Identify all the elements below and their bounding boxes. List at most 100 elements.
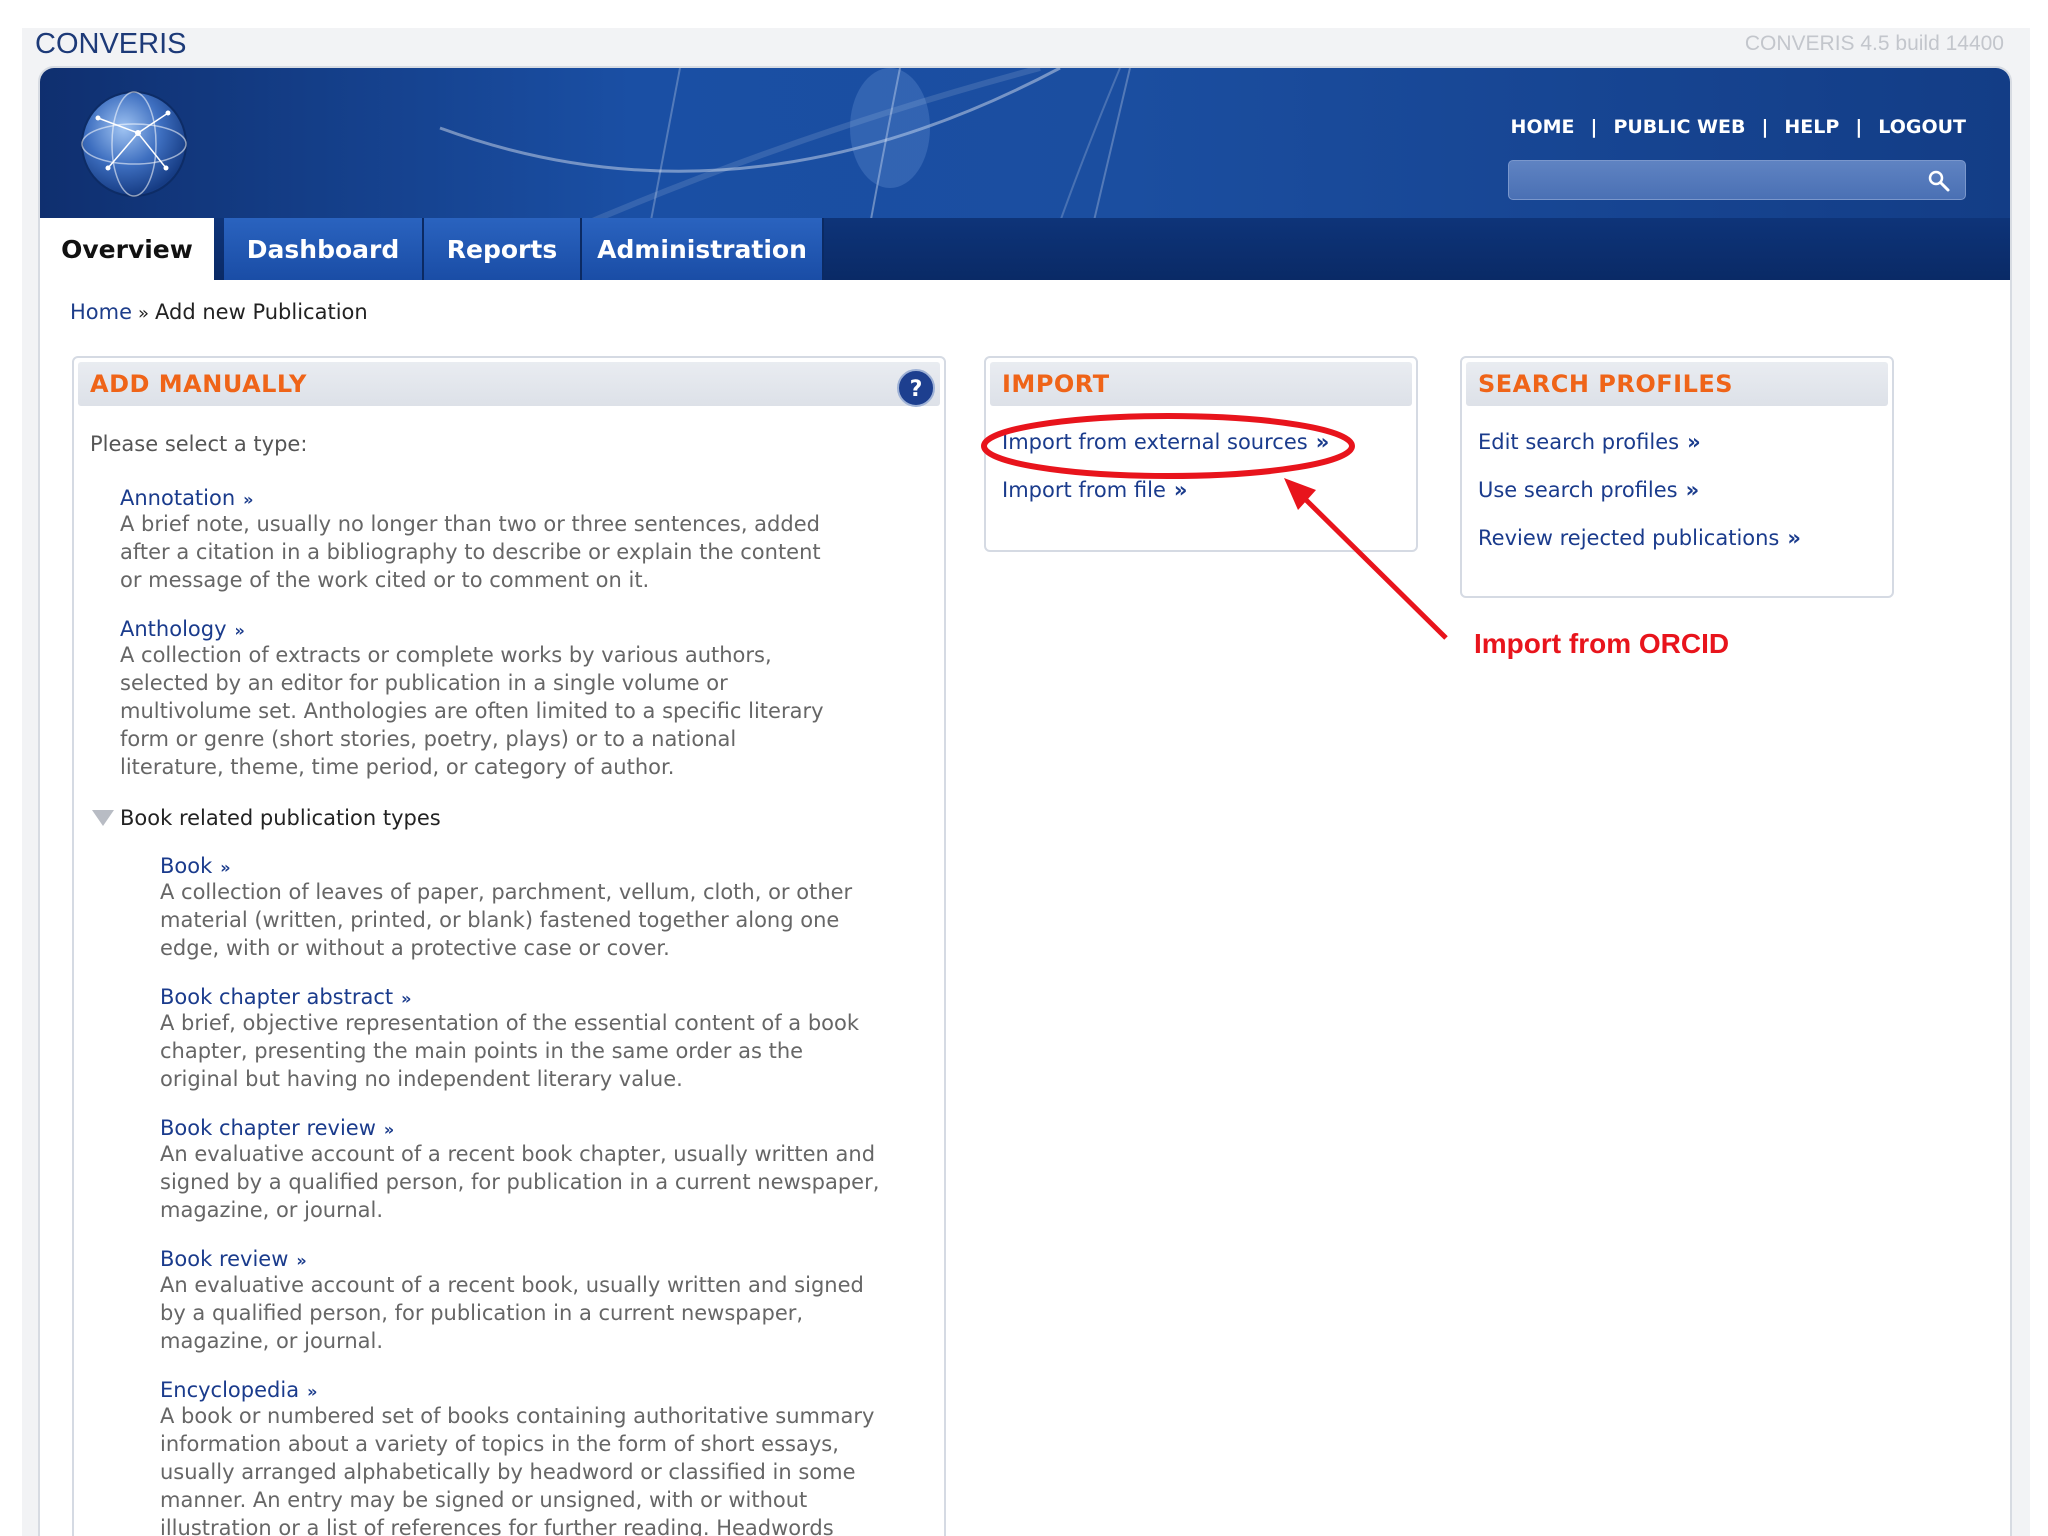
review-rejected-publications-link[interactable]: Review rejected publications xyxy=(1478,526,1779,550)
desc-line: chapter, presenting the main points in t… xyxy=(160,1039,804,1063)
breadcrumb-home[interactable]: Home xyxy=(70,300,132,324)
desc-line: edge, with or without a protective case … xyxy=(160,936,670,960)
desc-line: A collection of extracts or complete wor… xyxy=(120,643,772,667)
chevron-right-icon: » xyxy=(1173,478,1188,502)
desc-line: A brief note, usually no longer than two… xyxy=(120,512,820,536)
breadcrumb: Home » Add new Publication xyxy=(70,300,368,324)
select-type-prompt: Please select a type: xyxy=(90,432,308,456)
type-description: An evaluative account of a recent book c… xyxy=(160,1140,879,1224)
panel-title: ADD MANUALLY xyxy=(90,370,307,398)
type-link-encyclopedia[interactable]: Encyclopedia xyxy=(160,1378,299,1402)
panel-header: SEARCH PROFILES xyxy=(1466,362,1888,406)
desc-line: An evaluative account of a recent book c… xyxy=(160,1142,876,1166)
search-icon[interactable] xyxy=(1927,169,1951,193)
desc-line: material (written, printed, or blank) fa… xyxy=(160,908,840,932)
type-description: A brief, objective representation of the… xyxy=(160,1009,859,1093)
desc-line: A brief, objective representation of the… xyxy=(160,1011,860,1035)
desc-line: by a qualified person, for publication i… xyxy=(160,1301,804,1325)
type-item: Anthology » A collection of extracts or c… xyxy=(120,617,824,781)
desc-line: signed by a qualified person, for public… xyxy=(160,1170,880,1194)
type-link-annotation[interactable]: Annotation xyxy=(120,486,235,510)
profile-link-row: Use search profiles » xyxy=(1478,478,1699,502)
desc-line: A book or numbered set of books containi… xyxy=(160,1404,875,1428)
chevron-right-icon: » xyxy=(383,1120,395,1139)
chevron-right-icon: » xyxy=(1787,526,1801,550)
edit-search-profiles-link[interactable]: Edit search profiles xyxy=(1478,430,1679,454)
breadcrumb-current: Add new Publication xyxy=(155,300,368,324)
desc-line: magazine, or journal. xyxy=(160,1198,384,1222)
tab-label: Overview xyxy=(61,234,193,264)
desc-line: An evaluative account of a recent book, … xyxy=(160,1273,864,1297)
type-description: A brief note, usually no longer than two… xyxy=(120,510,821,594)
header-banner: HOME | PUBLIC WEB | HELP | LOGOUT Overvi… xyxy=(40,68,2010,280)
svg-text:?: ? xyxy=(910,377,923,402)
use-search-profiles-link[interactable]: Use search profiles xyxy=(1478,478,1678,502)
type-description: A collection of extracts or complete wor… xyxy=(120,641,824,781)
help-link[interactable]: HELP xyxy=(1784,116,1839,138)
desc-line: form or genre (short stories, poetry, pl… xyxy=(120,727,737,751)
type-item: Encyclopedia » A book or numbered set of … xyxy=(160,1378,874,1536)
desc-line: illustration or a list of references for… xyxy=(160,1516,834,1536)
desc-line: after a citation in a bibliography to de… xyxy=(120,540,821,564)
chevron-right-icon: » xyxy=(234,621,245,640)
tab-label: Reports xyxy=(446,234,558,264)
search-input[interactable] xyxy=(1519,167,1909,193)
tab-label: Dashboard xyxy=(246,234,400,264)
import-file-row: Import from file » xyxy=(1002,478,1187,502)
type-link-book-review[interactable]: Book review xyxy=(160,1247,288,1271)
annotation-label: Import from ORCID xyxy=(1474,628,1730,659)
desc-line: literature, theme, time period, or categ… xyxy=(120,755,675,779)
chevron-right-icon: » xyxy=(307,1382,318,1401)
top-links: HOME | PUBLIC WEB | HELP | LOGOUT xyxy=(1511,116,1966,138)
type-link-book-chapter-review[interactable]: Book chapter review xyxy=(160,1116,376,1140)
separator: | xyxy=(1590,116,1598,138)
type-description: A book or numbered set of books containi… xyxy=(160,1402,874,1536)
desc-line: selected by an editor for publication in… xyxy=(120,671,728,695)
desc-line: usually arranged alphabetically by headw… xyxy=(160,1460,856,1484)
main-nav: Overview Dashboard Reports Administratio… xyxy=(40,218,2010,280)
search-profiles-panel: SEARCH PROFILES Edit search profiles» Us… xyxy=(1460,356,1894,598)
tab-reports[interactable]: Reports xyxy=(424,218,582,280)
panel-header: IMPORT xyxy=(990,362,1412,406)
chevron-right-icon: » xyxy=(243,490,254,509)
import-from-file-link[interactable]: Import from file xyxy=(1002,478,1166,502)
tab-dashboard[interactable]: Dashboard xyxy=(224,218,424,280)
desc-line: A collection of leaves of paper, parchme… xyxy=(160,880,853,904)
home-link[interactable]: HOME xyxy=(1511,116,1575,138)
type-link-anthology[interactable]: Anthology xyxy=(120,617,227,641)
profile-link-row: Edit search profiles » xyxy=(1478,430,1701,454)
desc-line: multivolume set. Anthologies are often l… xyxy=(120,699,824,723)
desc-line: or message of the work cited or to comme… xyxy=(120,568,650,592)
desc-line: manner. An entry may be signed or unsign… xyxy=(160,1488,808,1512)
type-item: Annotation » A brief note, usually no lon… xyxy=(120,486,821,594)
desc-line: information about a variety of topics in… xyxy=(160,1432,839,1456)
chevron-right-icon: » xyxy=(1687,430,1701,454)
chevron-right-icon: » xyxy=(220,858,231,877)
type-item: Book » A collection of leaves of paper, p… xyxy=(160,854,852,962)
desc-line: original but having no independent liter… xyxy=(160,1067,683,1091)
globe-logo-icon xyxy=(81,91,187,197)
breadcrumb-separator: » xyxy=(138,303,150,324)
help-icon[interactable]: ? xyxy=(896,368,936,408)
import-external-row: Import from external sources » xyxy=(1002,430,1329,454)
type-item: Book review » An evaluative account of a … xyxy=(160,1247,864,1355)
app-title: CONVERIS xyxy=(35,28,187,60)
type-description: An evaluative account of a recent book, … xyxy=(160,1271,864,1355)
panel-title: SEARCH PROFILES xyxy=(1478,370,1734,398)
tab-overview[interactable]: Overview xyxy=(40,218,214,280)
separator: | xyxy=(1761,116,1769,138)
logout-link[interactable]: LOGOUT xyxy=(1878,116,1966,138)
type-item: Book chapter abstract » A brief, objectiv… xyxy=(160,985,859,1093)
panel-header: ADD MANUALLY ? xyxy=(78,362,940,408)
type-link-book-chapter-abstract[interactable]: Book chapter abstract xyxy=(160,985,393,1009)
add-manually-panel: ADD MANUALLY ? Please select a type: Ann… xyxy=(72,356,946,1536)
import-panel: IMPORT Import from external sources » Imp… xyxy=(984,356,1418,552)
chevron-right-icon: » xyxy=(1685,478,1700,502)
tab-administration[interactable]: Administration xyxy=(582,218,824,280)
group-toggle[interactable]: Book related publication types xyxy=(90,806,441,830)
public-web-link[interactable]: PUBLIC WEB xyxy=(1613,116,1745,138)
type-link-book[interactable]: Book xyxy=(160,854,212,878)
search-box xyxy=(1508,160,1966,200)
chevron-right-icon: » xyxy=(1315,430,1330,454)
import-external-sources-link[interactable]: Import from external sources xyxy=(1002,430,1308,454)
